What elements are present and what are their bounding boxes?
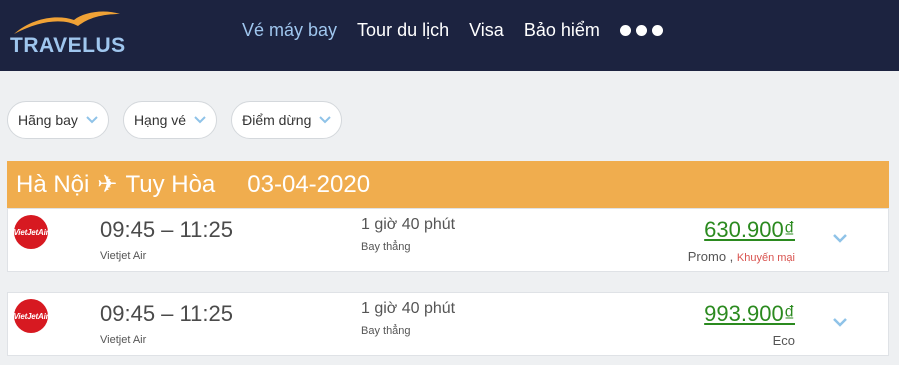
flight-row[interactable]: VietJetAir 09:45 – 11:25 Vietjet Air 1 g… [7, 292, 889, 356]
flight-duration: 1 giờ 40 phút [361, 300, 456, 317]
filter-ticket-class-dropdown[interactable]: Hạng vé [122, 101, 218, 139]
filter-label: Điểm dừng [242, 112, 312, 128]
nav-flights[interactable]: Vé máy bay [242, 19, 337, 41]
dot [651, 24, 663, 36]
chevron-down-icon [86, 116, 98, 124]
nav-insurance[interactable]: Bảo hiểm [524, 19, 600, 41]
flight-time: 09:45 – 11:25 [100, 301, 233, 326]
dot [635, 24, 647, 36]
route-origin: Hà Nội [16, 170, 90, 198]
filter-bar: Hãng bay Hạng vé Điểm dừng [7, 101, 356, 139]
chevron-down-icon[interactable] [832, 317, 848, 327]
flight-price[interactable]: 993.900₫ [704, 301, 795, 327]
flight-stops: Bay thẳng [361, 325, 411, 337]
flight-stops: Bay thẳng [361, 241, 411, 253]
airline-name: Vietjet Air [100, 250, 147, 262]
filter-label: Hạng vé [133, 112, 187, 128]
ellipsis-dots-icon[interactable] [619, 24, 663, 36]
main-nav: Vé máy bay Tour du lịch Visa Bảo hiểm [242, 19, 663, 41]
chevron-down-icon [319, 116, 332, 124]
nav-visa[interactable]: Visa [469, 19, 504, 41]
fare-separator: , [726, 249, 737, 264]
vietjet-logo-icon: VietJetAir [13, 215, 49, 249]
chevron-down-icon[interactable] [832, 233, 848, 243]
fare-class: Promo , Khuyến mại [688, 249, 795, 264]
promo-note: Khuyến mại [736, 252, 795, 264]
fare-class-label: Eco [772, 333, 795, 348]
airline-name: Vietjet Air [100, 334, 147, 346]
top-header: TRAVELUS Vé máy bay Tour du lịch Visa Bả… [0, 0, 899, 71]
route-destination: Tuy Hòa [125, 170, 216, 198]
route-date: 03-04-2020 [247, 170, 371, 198]
flight-row[interactable]: VietJetAir 09:45 – 11:25 Vietjet Air 1 g… [7, 208, 889, 272]
chevron-down-icon [194, 116, 206, 124]
dot [619, 24, 631, 36]
airplane-icon: ✈ [97, 171, 118, 198]
flight-duration: 1 giờ 40 phút [361, 216, 456, 233]
filter-airline-dropdown[interactable]: Hãng bay [7, 101, 109, 139]
travelus-logo[interactable]: TRAVELUS [10, 10, 130, 60]
logo-wordmark: TRAVELUS [10, 34, 126, 57]
filter-label: Hãng bay [18, 112, 78, 128]
flight-price[interactable]: 630.900₫ [704, 217, 795, 243]
flight-time: 09:45 – 11:25 [100, 217, 233, 242]
nav-tours[interactable]: Tour du lịch [357, 19, 449, 41]
vietjet-logo-icon: VietJetAir [13, 299, 49, 333]
filter-stops-dropdown[interactable]: Điểm dừng [231, 101, 343, 139]
fare-class-label: Promo [687, 249, 727, 264]
fare-class: Eco [773, 333, 795, 348]
bird-wing-icon [14, 11, 120, 34]
route-header: Hà Nội ✈ Tuy Hòa 03-04-2020 [7, 161, 889, 208]
